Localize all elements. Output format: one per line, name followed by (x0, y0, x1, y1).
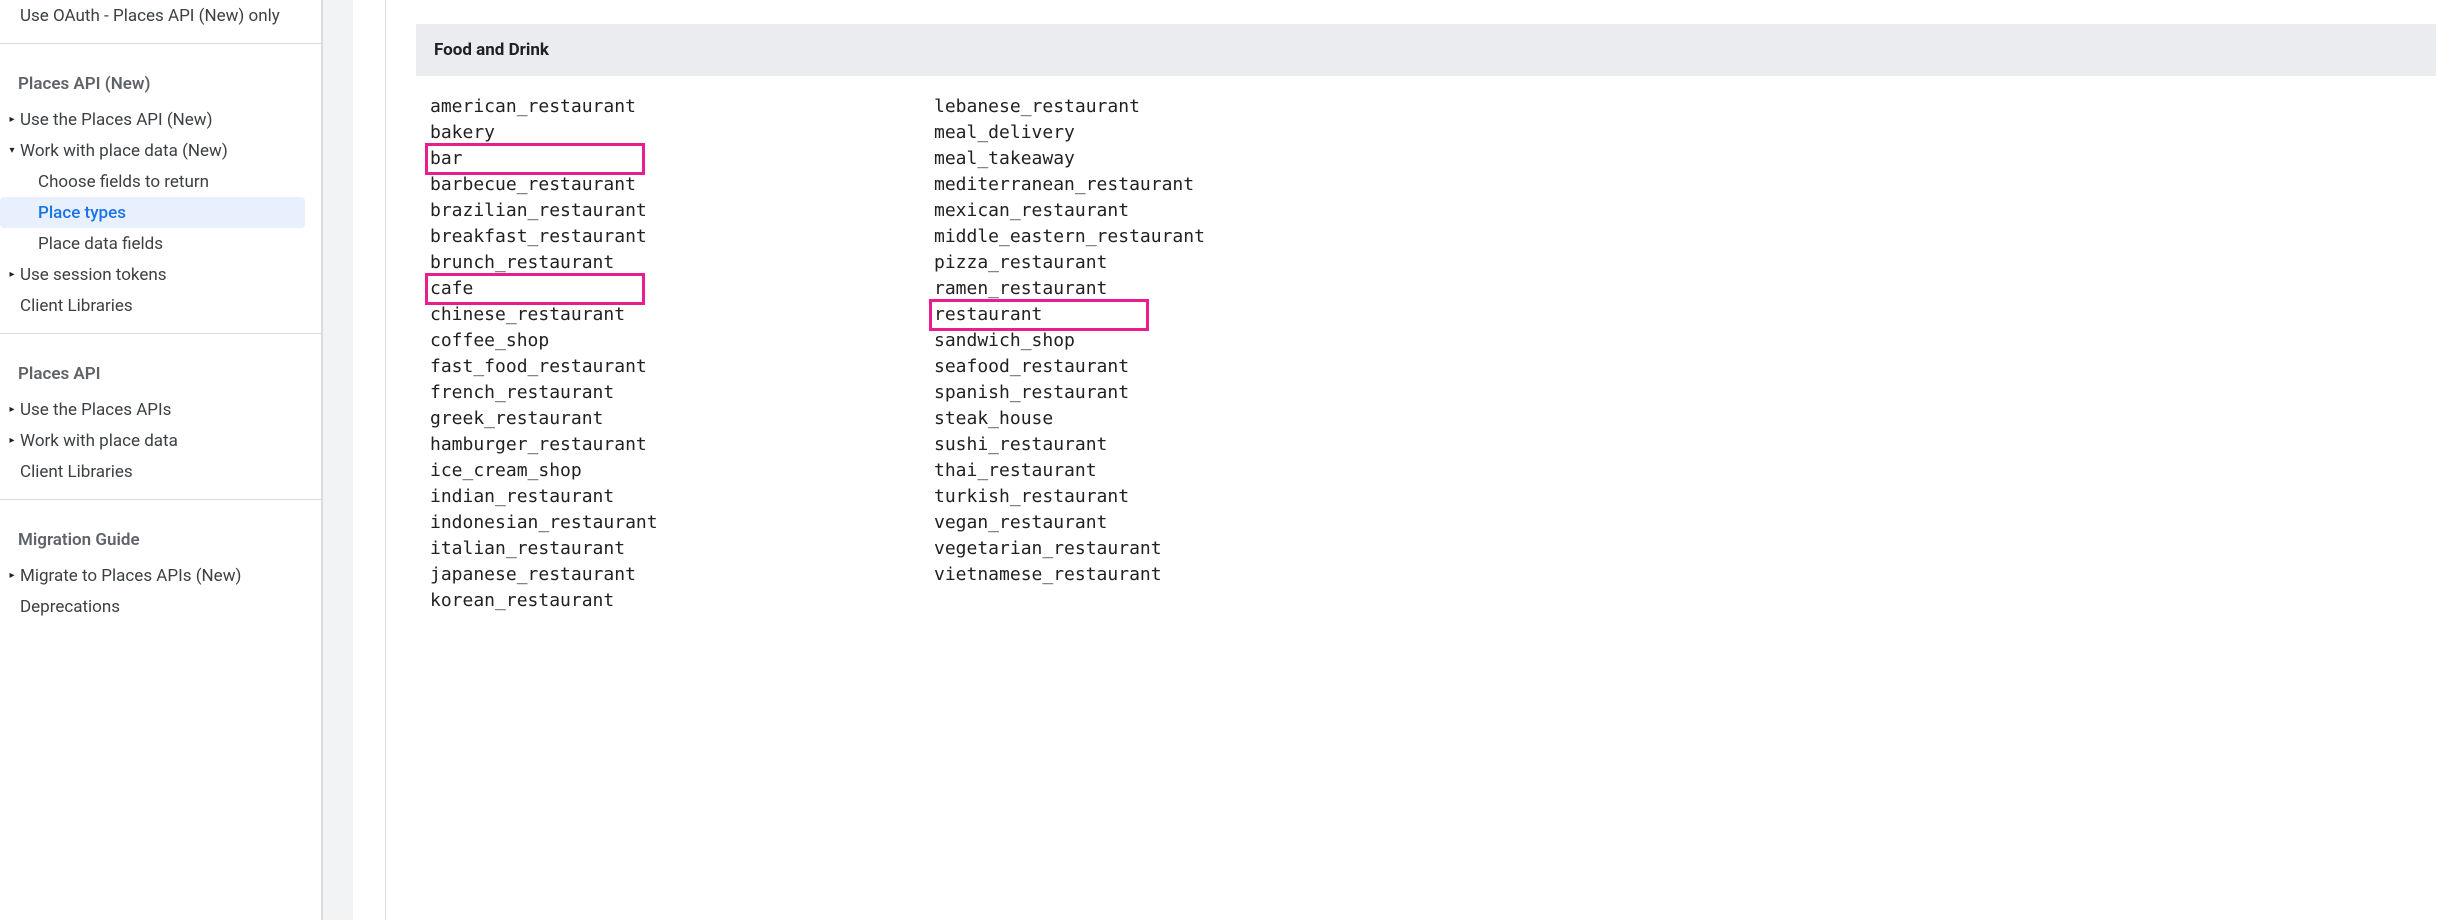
sidebar-item-label: Work with place data (20, 431, 178, 451)
chevron-right-icon: ▸ (6, 114, 18, 125)
place-type-value: coffee_shop (428, 330, 551, 351)
sidebar-section-places-api: Places API (0, 346, 321, 394)
place-type-value: spanish_restaurant (932, 382, 1131, 403)
place-type-value: hamburger_restaurant (428, 434, 649, 455)
place-type-value: vegetarian_restaurant (932, 538, 1164, 559)
place-type-value: meal_delivery (932, 122, 1077, 143)
place-type-value: thai_restaurant (932, 460, 1099, 481)
chevron-down-icon: ▾ (6, 145, 18, 156)
chevron-right-icon: ▸ (6, 404, 18, 415)
sidebar-item-choose-fields[interactable]: Choose fields to return (0, 166, 321, 197)
place-type-value: vegan_restaurant (932, 512, 1109, 533)
sidebar-item-work-with-place-data[interactable]: ▸ Work with place data (0, 425, 321, 456)
sidebar-item-label: Work with place data (New) (20, 141, 228, 161)
sidebar-item-client-libraries[interactable]: Client Libraries (0, 290, 321, 321)
sidebar-item-place-data-fields[interactable]: Place data fields (0, 228, 321, 259)
place-types-col-left: american_restaurantbakerybarbarbecue_res… (428, 94, 932, 614)
divider (0, 333, 321, 334)
chevron-right-icon: ▸ (6, 570, 18, 581)
place-type-value: breakfast_restaurant (428, 226, 649, 247)
place-type-value: mediterranean_restaurant (932, 174, 1196, 195)
category-header-food-and-drink: Food and Drink (416, 24, 2436, 76)
sidebar-item-use-session-tokens[interactable]: ▸ Use session tokens (0, 259, 321, 290)
place-type-value: vietnamese_restaurant (932, 564, 1164, 585)
place-type-value: indonesian_restaurant (428, 512, 660, 533)
sidebar-item-place-types[interactable]: Place types (0, 197, 305, 228)
place-type-value: sandwich_shop (932, 330, 1077, 351)
main-content: Food and Drink american_restaurantbakery… (386, 0, 2438, 920)
place-type-value: bar (425, 143, 645, 175)
divider (0, 499, 321, 500)
place-type-value: ramen_restaurant (932, 278, 1109, 299)
place-types-table: american_restaurantbakerybarbarbecue_res… (416, 76, 2438, 614)
chevron-right-icon: ▸ (6, 435, 18, 446)
place-type-value: greek_restaurant (428, 408, 605, 429)
place-type-value: turkish_restaurant (932, 486, 1131, 507)
place-type-value: seafood_restaurant (932, 356, 1131, 377)
place-type-value: sushi_restaurant (932, 434, 1109, 455)
gutter (322, 0, 386, 920)
place-type-value: meal_takeaway (932, 148, 1077, 169)
place-type-value: italian_restaurant (428, 538, 627, 559)
chevron-right-icon: ▸ (6, 269, 18, 280)
place-types-col-right: lebanese_restaurant meal_delivery meal_tak… (932, 94, 1436, 614)
place-type-value: steak_house (932, 408, 1055, 429)
place-type-value: french_restaurant (428, 382, 616, 403)
place-type-value: indian_restaurant (428, 486, 616, 507)
place-type-value: barbecue_restaurant (428, 174, 638, 195)
place-type-value: middle_eastern_restaurant (932, 226, 1207, 247)
place-type-value: chinese_restaurant (428, 304, 627, 325)
place-type-value: korean_restaurant (428, 590, 616, 611)
sidebar-item-work-with-place-data-new[interactable]: ▾ Work with place data (New) (0, 135, 321, 166)
divider (0, 43, 321, 44)
place-type-value: mexican_restaurant (932, 200, 1131, 221)
sidebar-item-deprecations[interactable]: Deprecations (0, 591, 321, 622)
sidebar-item-use-places-apis[interactable]: ▸ Use the Places APIs (0, 394, 321, 425)
sidebar-item-use-places-api-new[interactable]: ▸ Use the Places API (New) (0, 104, 321, 135)
sidebar-item-label: Use the Places API (New) (20, 110, 213, 130)
sidebar-item-label: Use the Places APIs (20, 400, 171, 420)
place-type-value: pizza_restaurant (932, 252, 1109, 273)
sidebar-item-label: Migrate to Places APIs (New) (20, 566, 241, 586)
place-type-value: brunch_restaurant (428, 252, 616, 273)
place-type-value: japanese_restaurant (428, 564, 638, 585)
place-type-value: american_restaurant (428, 96, 638, 117)
sidebar-item-use-oauth[interactable]: Use OAuth - Places API (New) only (0, 0, 321, 31)
place-type-value: cafe (425, 273, 645, 305)
place-type-value: brazilian_restaurant (428, 200, 649, 221)
sidebar-item-client-libraries-2[interactable]: Client Libraries (0, 456, 321, 487)
sidebar-section-migration-guide: Migration Guide (0, 512, 321, 560)
place-type-value: lebanese_restaurant (932, 96, 1142, 117)
sidebar-item-label: Use session tokens (20, 265, 167, 285)
place-type-value: bakery (428, 122, 497, 143)
place-type-value: fast_food_restaurant (428, 356, 649, 377)
sidebar-item-migrate-places-apis-new[interactable]: ▸ Migrate to Places APIs (New) (0, 560, 321, 591)
sidebar-section-places-api-new: Places API (New) (0, 56, 321, 104)
place-type-value: ice_cream_shop (428, 460, 584, 481)
sidebar: Use OAuth - Places API (New) only Places… (0, 0, 322, 920)
place-type-value: restaurant (929, 299, 1149, 331)
